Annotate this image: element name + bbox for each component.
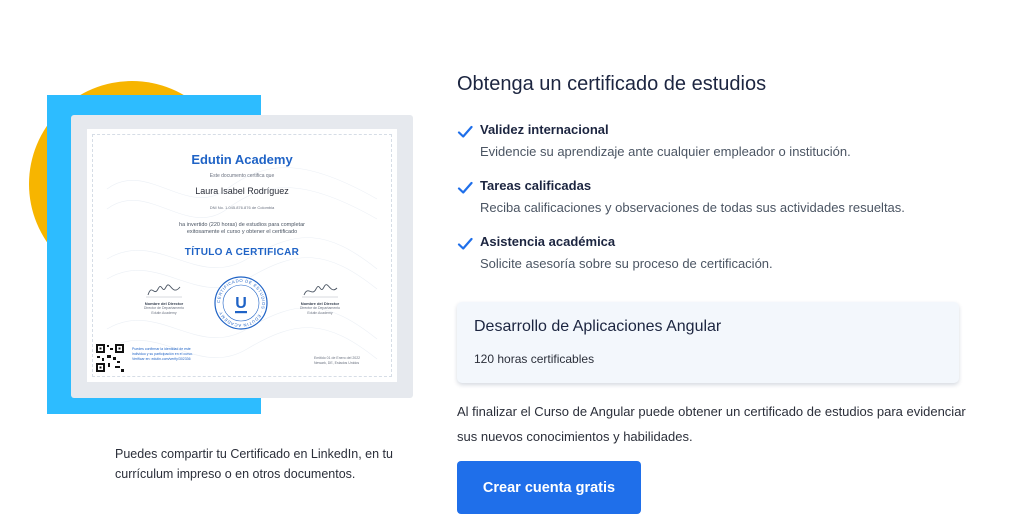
check-icon [457,125,473,138]
course-hours: 120 horas certificables [474,352,595,366]
certificate-issue-info: Emitido 01 de Enero del 2022 Newark, DE,… [314,356,394,366]
certificate-description: ha invertido (220 horas) de estudios par… [87,222,397,236]
benefit-description: Reciba calificaciones y observaciones de… [480,200,905,215]
certificate-academy-name: Edutin Academy [191,152,293,167]
certificate-certifies-line: Este documento certifica que [209,173,275,179]
qr-text-line3: Verificar en: edutin.com/verify/302336 [132,357,191,361]
signature-sub2-right: Edutin Academy [307,311,333,315]
seal-letter: U [235,295,247,312]
check-icon [457,181,473,194]
check-icon [457,237,473,250]
benefit-description: Solicite asesoría sobre su proceso de ce… [480,256,773,271]
benefit-title: Validez internacional [480,122,609,137]
create-account-button[interactable]: Crear cuenta gratis [457,461,641,514]
section-heading: Obtenga un certificado de estudios [457,73,767,95]
certificate-info-text: Al finalizar el Curso de Angular puede o… [457,404,966,444]
certificate-preview: Edutin Academy Este documento certifica … [71,115,413,398]
certificate-share-caption: Puedes compartir tu Certificado en Linke… [115,447,393,481]
signature-sub2-left: Edutin Academy [151,311,177,315]
certificate-paper: Edutin Academy Este documento certifica … [87,129,397,382]
certificate-description-line2: exitosamente el curso y obtener el certi… [186,229,298,235]
certificate-title: TÍTULO A CERTIFICAR [184,247,300,258]
benefit-title: Tareas calificadas [480,178,592,193]
certificate-description-line1: ha invertido (220 horas) de estudios par… [179,222,305,228]
qr-verification-text: Puedes confirmar la identidad de este in… [132,347,222,362]
signature-scribble-left [146,284,182,298]
signature-scribble-right [302,284,338,298]
signature-block-left: Nombre del Director Director de Departam… [129,281,199,316]
certificate-seal-icon: CERTIFICADO DE ESTUDIOS · EDUTIN ACADEMY… [214,276,268,330]
issue-line2: Newark, DE, Estados Unidos [314,361,360,365]
certificate-id-line: DNI No. 1.045.876.876 de Colombia [209,205,275,210]
course-card: Desarrollo de Aplicaciones Angular 120 h… [457,302,959,383]
qr-code-icon [95,343,125,373]
benefit-title: Asistencia académica [480,234,616,249]
certificate-student-name: Laura Isabel Rodríguez [195,186,289,196]
benefit-description: Evidencie su aprendizaje ante cualquier … [480,144,851,159]
course-name: Desarrollo de Aplicaciones Angular [474,318,722,335]
signature-block-right: Nombre del Director Director de Departam… [285,281,355,316]
